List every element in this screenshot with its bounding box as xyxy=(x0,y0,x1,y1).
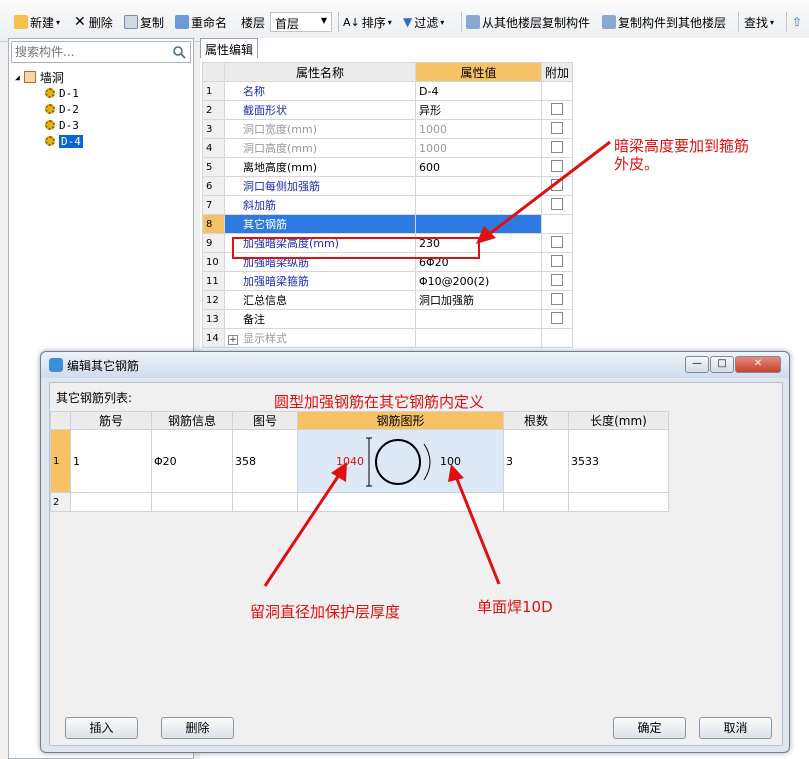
find-button[interactable]: 查找 ▾ xyxy=(744,12,774,32)
search-input[interactable] xyxy=(12,42,162,62)
insert-button[interactable]: 插入 xyxy=(65,717,138,739)
tree-item-d2[interactable]: D-2 xyxy=(15,101,83,117)
grid-header: 筋号 钢筋信息 图号 钢筋图形 根数 长度(mm) xyxy=(50,411,669,430)
divider xyxy=(738,12,739,32)
annotation-beam-height: 暗梁高度要加到箍筋 外皮。 xyxy=(614,137,750,173)
annotation-diameter: 留洞直径加保护层厚度 xyxy=(250,603,401,621)
checkbox[interactable] xyxy=(551,121,563,134)
remove-button[interactable]: 删除 xyxy=(161,717,234,739)
rename-button[interactable]: 重命名 xyxy=(175,12,227,32)
floor-label: 楼层 xyxy=(241,15,266,30)
table-row[interactable]: 3 洞口宽度(mm) 1000 xyxy=(202,119,574,139)
sort-button[interactable]: A↓ 排序 ▾ xyxy=(343,12,392,32)
close-button[interactable]: ✕ xyxy=(735,356,781,373)
copy-button[interactable]: 复制 xyxy=(124,12,164,32)
table-row[interactable]: 12 汇总信息 洞口加强筋 xyxy=(202,290,574,310)
dialog-title-bar[interactable]: 编辑其它钢筋 xyxy=(41,352,789,378)
ok-button[interactable]: 确定 xyxy=(613,717,686,739)
tree-item-d3[interactable]: D-3 xyxy=(15,117,83,133)
list-label: 其它钢筋列表: xyxy=(56,391,133,405)
checkbox[interactable] xyxy=(551,311,563,324)
tree-item-d4[interactable]: D-4 xyxy=(15,133,83,149)
cancel-button[interactable]: 取消 xyxy=(699,717,772,739)
table-row[interactable]: 1 名称 D-4 xyxy=(202,81,574,101)
component-icon xyxy=(45,104,55,114)
collapse-icon[interactable]: ◢ xyxy=(15,73,20,82)
up-arrow-icon[interactable]: ⇧ xyxy=(792,12,802,32)
sort-icon: A↓ xyxy=(343,15,360,29)
highlight-box xyxy=(232,237,480,259)
divider xyxy=(338,12,339,32)
app-icon xyxy=(49,358,63,372)
component-icon xyxy=(45,120,55,130)
close-icon: ✕ xyxy=(753,358,763,369)
delete-icon: ✕ xyxy=(74,14,86,30)
expand-icon[interactable]: + xyxy=(228,335,238,345)
table-row[interactable]: 14 + 显示样式 xyxy=(202,328,574,348)
copy-from-floor-icon xyxy=(466,15,480,29)
table-row[interactable]: 13 备注 xyxy=(202,309,574,329)
header-name: 属性名称 xyxy=(224,62,416,82)
chevron-down-icon: ▼ xyxy=(320,16,327,25)
checkbox[interactable] xyxy=(551,254,563,267)
copy-to-floor-button[interactable]: 复制构件到其他楼层 xyxy=(602,12,726,32)
search-box xyxy=(11,41,191,63)
component-tree: ◢ 墙洞 D-1 D-2 D-3 D-4 xyxy=(15,69,83,149)
grid-header: 属性名称 属性值 附加 xyxy=(202,62,574,82)
new-button[interactable]: 新建 ▾ xyxy=(14,12,60,32)
tab-property-edit[interactable]: 属性编辑 xyxy=(200,38,258,58)
checkbox[interactable] xyxy=(551,102,563,115)
annotation-circle-defined: 圆型加强钢筋在其它钢筋内定义 xyxy=(274,393,485,411)
toolbar: 新建 ▾ ✕ 删除 复制 重命名 楼层 首层 ▼ A↓ 排序 ▾ ▼ 过滤 ▾ 从其他楼层复制… xyxy=(0,0,809,42)
delete-button[interactable]: ✕ 删除 xyxy=(74,12,113,32)
header-extra: 附加 xyxy=(540,62,574,82)
annotation-weld: 单面焊10D xyxy=(477,598,553,616)
copy-to-floor-icon xyxy=(602,15,616,29)
checkbox[interactable] xyxy=(551,292,563,305)
new-icon xyxy=(14,15,28,29)
rename-icon xyxy=(175,15,189,29)
maximize-button[interactable]: □ xyxy=(710,356,734,373)
copy-from-floor-button[interactable]: 从其他楼层复制构件 xyxy=(466,12,590,32)
copy-icon xyxy=(124,15,138,29)
tree-root[interactable]: ◢ 墙洞 xyxy=(15,69,83,85)
tree-item-d1[interactable]: D-1 xyxy=(15,85,83,101)
annotation-arrow xyxy=(476,140,611,244)
filter-button[interactable]: ▼ 过滤 ▾ xyxy=(403,12,444,32)
divider xyxy=(786,12,787,32)
floor-select[interactable]: 首层 ▼ xyxy=(270,12,332,32)
table-row[interactable]: 11 加强暗梁箍筋 Φ10@200(2) xyxy=(202,271,574,291)
filter-icon: ▼ xyxy=(403,15,413,29)
checkbox[interactable] xyxy=(551,273,563,286)
search-icon[interactable] xyxy=(172,45,186,59)
wall-hole-icon xyxy=(23,71,36,83)
component-icon xyxy=(45,136,55,146)
component-icon xyxy=(45,88,55,98)
annotation-arrows xyxy=(263,462,501,587)
divider xyxy=(461,12,462,32)
minimize-button[interactable]: — xyxy=(685,356,709,373)
header-value: 属性值 xyxy=(415,62,542,82)
table-row[interactable]: 2 截面形状 异形 xyxy=(202,100,574,120)
